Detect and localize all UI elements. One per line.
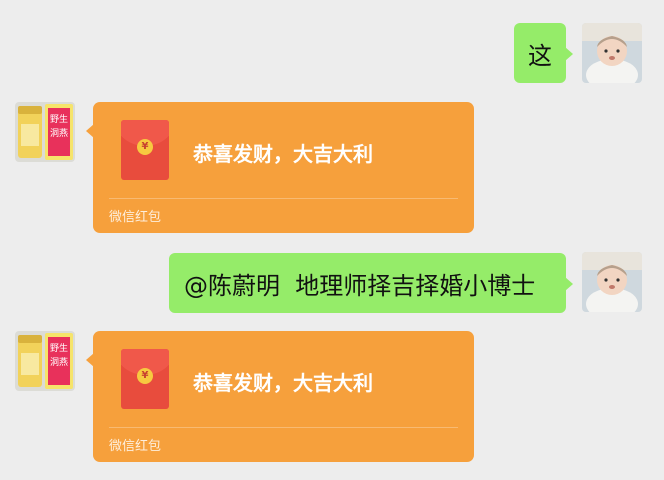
jar-product-avatar-icon: 野生 洞燕: [15, 102, 75, 162]
avatar-other[interactable]: 野生 洞燕: [15, 102, 75, 162]
red-packet-card-1[interactable]: ¥ 恭喜发财，大吉大利 微信红包: [86, 102, 474, 233]
baby-avatar-icon: [582, 252, 642, 312]
red-packet-card-2[interactable]: ¥ 恭喜发财，大吉大利 微信红包: [86, 331, 474, 462]
message-bubble-3[interactable]: @陈蔚明 地理师择吉择婚小博士: [169, 253, 573, 313]
svg-text:洞燕: 洞燕: [50, 356, 68, 368]
svg-text:野生: 野生: [50, 342, 68, 354]
red-packet-icon: ¥: [121, 120, 169, 180]
red-packet-footer: 微信红包: [109, 439, 162, 454]
jar-product-avatar-icon: 野生 洞燕: [15, 331, 75, 391]
yuan-coin-icon: ¥: [137, 368, 153, 384]
message-bubble-1[interactable]: 这: [514, 23, 573, 83]
baby-avatar-icon: [582, 23, 642, 83]
red-packet-title: 恭喜发财，大吉大利: [193, 371, 373, 395]
red-packet-divider: [109, 198, 458, 199]
avatar-self[interactable]: [582, 252, 642, 312]
svg-text:洞燕: 洞燕: [50, 127, 68, 139]
jar-label-text: 野生: [50, 113, 68, 125]
red-packet-footer: 微信红包: [109, 210, 162, 225]
message-text: @陈蔚明 地理师择吉择婚小博士: [184, 271, 536, 300]
message-text: 这: [528, 41, 552, 70]
red-packet-icon: ¥: [121, 349, 169, 409]
red-packet-divider: [109, 427, 458, 428]
avatar-self[interactable]: [582, 23, 642, 83]
red-packet-title: 恭喜发财，大吉大利: [193, 142, 373, 166]
avatar-other[interactable]: 野生 洞燕: [15, 331, 75, 391]
yuan-coin-icon: ¥: [137, 139, 153, 155]
